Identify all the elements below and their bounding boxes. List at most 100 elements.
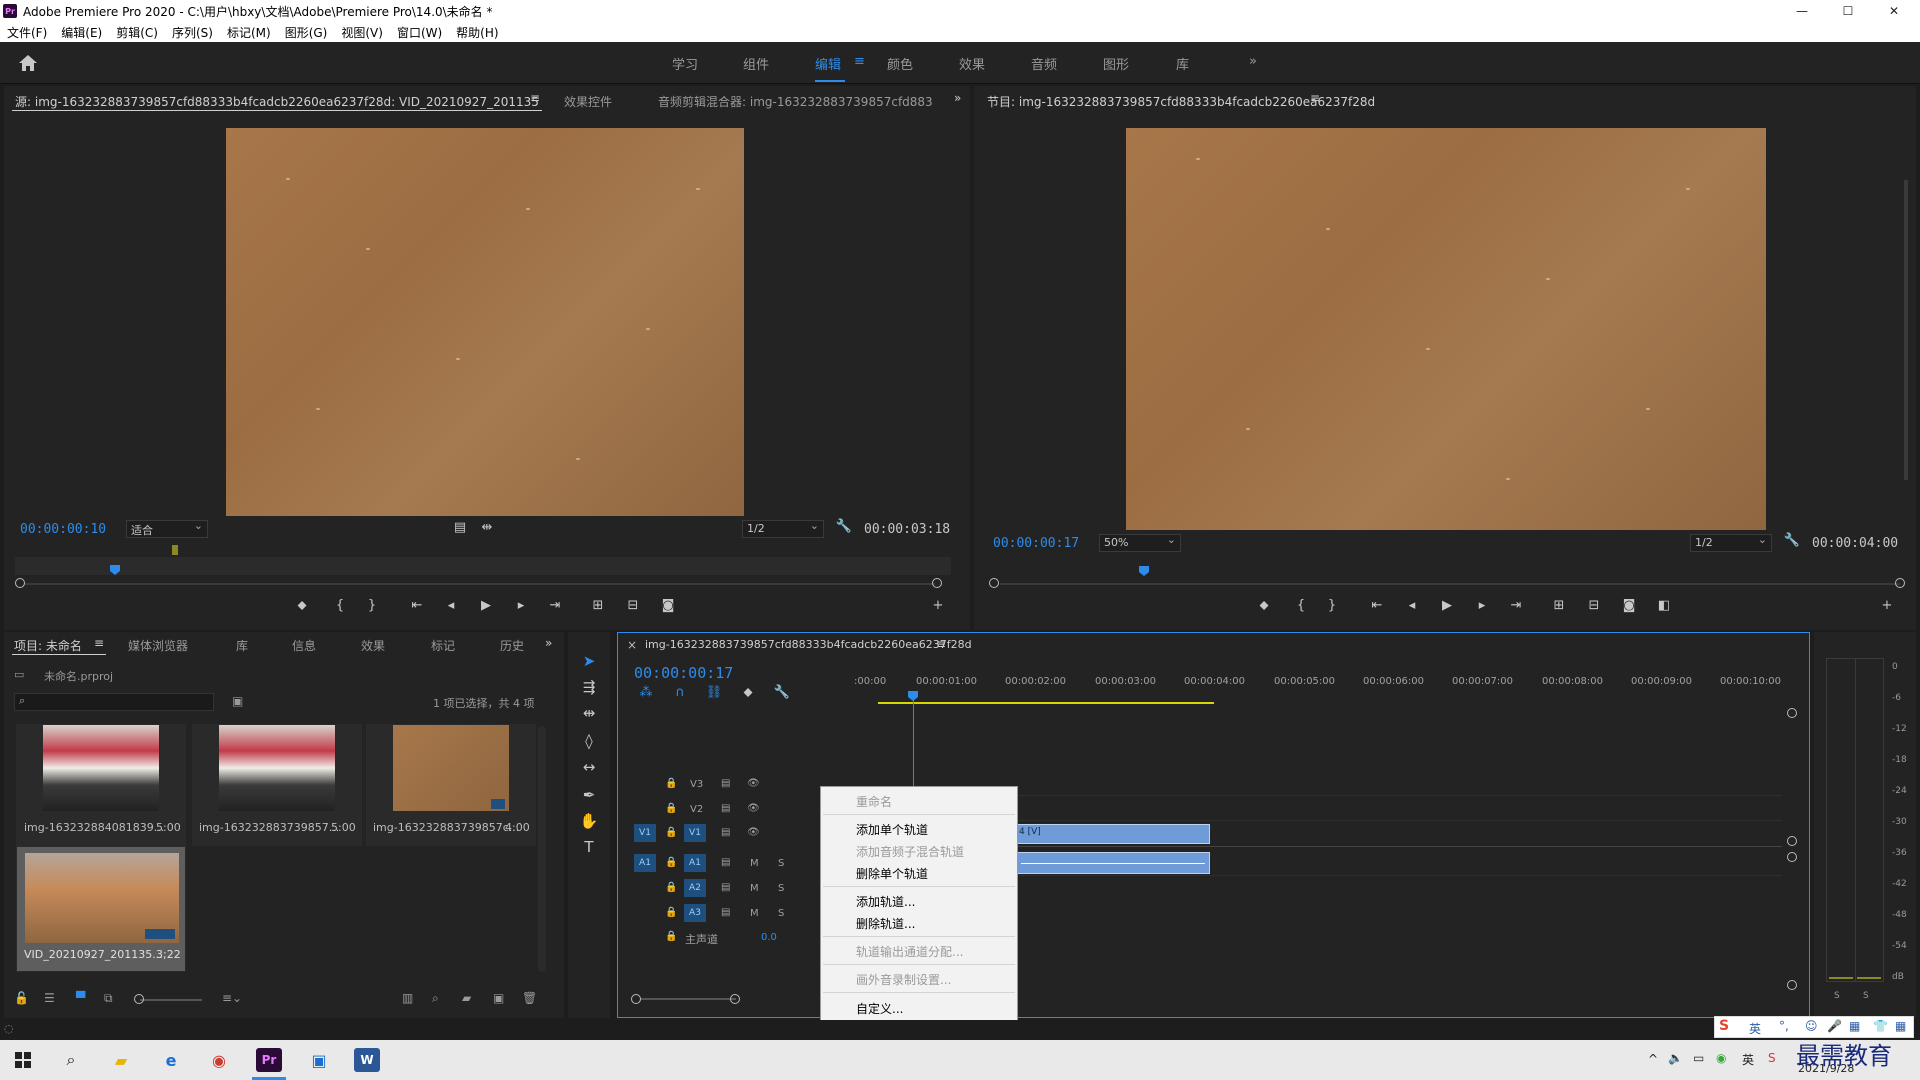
- workspace-editing[interactable]: 编辑: [815, 54, 841, 73]
- ime-language[interactable]: 英: [1749, 1020, 1761, 1037]
- tray-app-icon[interactable]: ◉: [1716, 1051, 1726, 1065]
- close-button[interactable]: ✕: [1872, 0, 1916, 22]
- source-patch-v1[interactable]: V1: [634, 824, 656, 842]
- sync-lock-icon[interactable]: ▤: [721, 907, 730, 918]
- chrome-icon[interactable]: ◉: [206, 1048, 232, 1072]
- track-target-a3[interactable]: A3: [684, 904, 706, 922]
- menu-item-delete-single-track[interactable]: 删除单个轨道: [856, 865, 928, 882]
- tab-markers[interactable]: 标记: [431, 637, 455, 654]
- sogou-tray-icon[interactable]: S: [1768, 1051, 1776, 1065]
- tab-info[interactable]: 信息: [292, 637, 316, 654]
- timeline-ruler[interactable]: :00:00 00:00:01:00 00:00:02:00 00:00:03:…: [854, 668, 1786, 706]
- ime-punctuation-icon[interactable]: °,: [1779, 1019, 1789, 1033]
- ime-toolbox-icon[interactable]: ▦: [1895, 1019, 1906, 1033]
- program-go-to-out-icon[interactable]: ⇥: [1506, 598, 1526, 613]
- tab-libraries[interactable]: 库: [236, 637, 248, 654]
- program-go-to-in-icon[interactable]: ⇤: [1367, 598, 1387, 613]
- solo-button[interactable]: S: [778, 858, 784, 869]
- selection-tool-icon[interactable]: ➤: [578, 652, 600, 670]
- timeline-vzoom-handle-bottom[interactable]: [1787, 980, 1797, 990]
- menu-clip[interactable]: 剪辑(C): [116, 24, 158, 41]
- audio-clip[interactable]: [1016, 852, 1210, 874]
- menu-item-add-single-track[interactable]: 添加单个轨道: [856, 821, 928, 838]
- menu-window[interactable]: 窗口(W): [397, 24, 442, 41]
- list-view-icon[interactable]: ☰: [44, 991, 55, 1005]
- source-zoom-handle-right[interactable]: [932, 578, 942, 588]
- trash-icon[interactable]: 🗑: [522, 991, 537, 1005]
- track-lock-icon[interactable]: 🔒: [665, 907, 677, 918]
- menu-item-customize[interactable]: 自定义...: [856, 1000, 903, 1017]
- timeline-hzoom-left[interactable]: [631, 994, 641, 1004]
- menu-help[interactable]: 帮助(H): [456, 24, 498, 41]
- sync-lock-icon[interactable]: ▤: [721, 827, 730, 838]
- compare-view-icon[interactable]: ◧: [1654, 598, 1674, 613]
- program-wrench-icon[interactable]: 🔧: [1782, 533, 1802, 548]
- toggle-output-eye-icon[interactable]: 👁: [747, 778, 760, 789]
- timeline-vzoom-handle-top[interactable]: [1787, 708, 1797, 718]
- workspace-libraries[interactable]: 库: [1176, 54, 1189, 73]
- source-zoom-bar[interactable]: [25, 583, 935, 585]
- workspace-audio[interactable]: 音频: [1031, 54, 1057, 73]
- overwrite-icon[interactable]: ⊟: [623, 598, 643, 613]
- home-icon[interactable]: [18, 54, 38, 72]
- timeline-close-icon[interactable]: ×: [627, 638, 637, 652]
- windows-start-icon[interactable]: [10, 1048, 36, 1072]
- program-scrollbar[interactable]: [1904, 180, 1908, 480]
- slip-tool-icon[interactable]: ↔: [578, 758, 600, 776]
- freeform-view-icon[interactable]: ⧉: [104, 991, 113, 1006]
- wrench-icon[interactable]: 🔧: [834, 519, 854, 534]
- track-lock-icon[interactable]: 🔒: [665, 931, 677, 942]
- button-editor-icon[interactable]: +: [928, 598, 948, 613]
- workspace-learn[interactable]: 学习: [672, 54, 698, 73]
- menu-markers[interactable]: 标记(M): [227, 24, 271, 41]
- timeline-azoom-handle[interactable]: [1787, 852, 1797, 862]
- timeline-timecode[interactable]: 00:00:00:17: [634, 664, 733, 682]
- word-taskbar-icon[interactable]: W: [354, 1048, 380, 1072]
- timeline-menu-icon[interactable]: ≡: [936, 637, 946, 651]
- nest-icon[interactable]: ⁂: [636, 685, 656, 700]
- project-scrollbar[interactable]: [538, 726, 546, 972]
- track-lock-icon[interactable]: 🔒: [665, 778, 677, 789]
- toggle-output-eye-icon[interactable]: 👁: [747, 827, 760, 838]
- new-bin-icon[interactable]: ▰: [462, 991, 471, 1005]
- timeline-horizontal-zoom-bar[interactable]: [640, 998, 736, 1000]
- sync-lock-icon[interactable]: ▤: [721, 857, 730, 868]
- mute-button[interactable]: M: [750, 858, 759, 869]
- program-mark-in-icon[interactable]: {: [1291, 598, 1311, 613]
- file-explorer-icon[interactable]: ▰: [108, 1048, 134, 1072]
- thumbnail-size-slider[interactable]: [140, 999, 202, 1001]
- program-button-editor-icon[interactable]: +: [1877, 598, 1897, 613]
- sync-lock-icon[interactable]: ▤: [721, 882, 730, 893]
- menu-view[interactable]: 视图(V): [341, 24, 383, 41]
- pen-tool-icon[interactable]: ✒: [578, 786, 600, 804]
- menu-item-add-tracks[interactable]: 添加轨道...: [856, 893, 915, 910]
- mark-in-icon[interactable]: {: [330, 598, 350, 613]
- app-taskbar-icon[interactable]: ▣: [306, 1048, 332, 1072]
- workspace-menu-icon[interactable]: ≡: [854, 54, 865, 69]
- track-target-a2[interactable]: A2: [684, 879, 706, 897]
- track-target-a1[interactable]: A1: [684, 854, 706, 872]
- source-time-ruler[interactable]: [15, 557, 951, 575]
- program-step-forward-icon[interactable]: ▸: [1472, 598, 1492, 613]
- workspace-overflow-icon[interactable]: »: [1249, 54, 1257, 69]
- timeline-hzoom-right[interactable]: [730, 994, 740, 1004]
- track-select-tool-icon[interactable]: ⇶: [578, 678, 600, 696]
- timeline-settings-icon[interactable]: 🔧: [772, 685, 792, 700]
- step-forward-icon[interactable]: ▸: [511, 598, 531, 613]
- tab-timeline-sequence[interactable]: img-163232883739857cfd88333b4fcadcb2260e…: [645, 638, 972, 651]
- edge-browser-icon[interactable]: e: [158, 1048, 184, 1072]
- project-menu-icon[interactable]: ≡: [94, 636, 104, 650]
- menu-sequence[interactable]: 序列(S): [172, 24, 213, 41]
- ime-mode-icon[interactable]: 英: [1742, 1051, 1754, 1068]
- program-export-frame-icon[interactable]: ◙: [1619, 598, 1639, 613]
- program-zoom-handle-left[interactable]: [989, 578, 999, 588]
- tab-audio-clip-mixer[interactable]: 音频剪辑混合器: img-163232883739857cfd88333b4f: [658, 93, 933, 110]
- go-to-in-icon[interactable]: ⇤: [407, 598, 427, 613]
- track-target-v1[interactable]: V1: [684, 824, 706, 842]
- sync-lock-icon[interactable]: ▤: [721, 778, 730, 789]
- icon-view-icon[interactable]: ▀: [76, 991, 85, 1005]
- video-clip[interactable]: 4 [V]: [1016, 824, 1210, 844]
- program-menu-icon[interactable]: ≡: [1310, 91, 1320, 105]
- track-lock-icon[interactable]: 🔒: [665, 857, 677, 868]
- tab-history[interactable]: 历史: [500, 637, 524, 654]
